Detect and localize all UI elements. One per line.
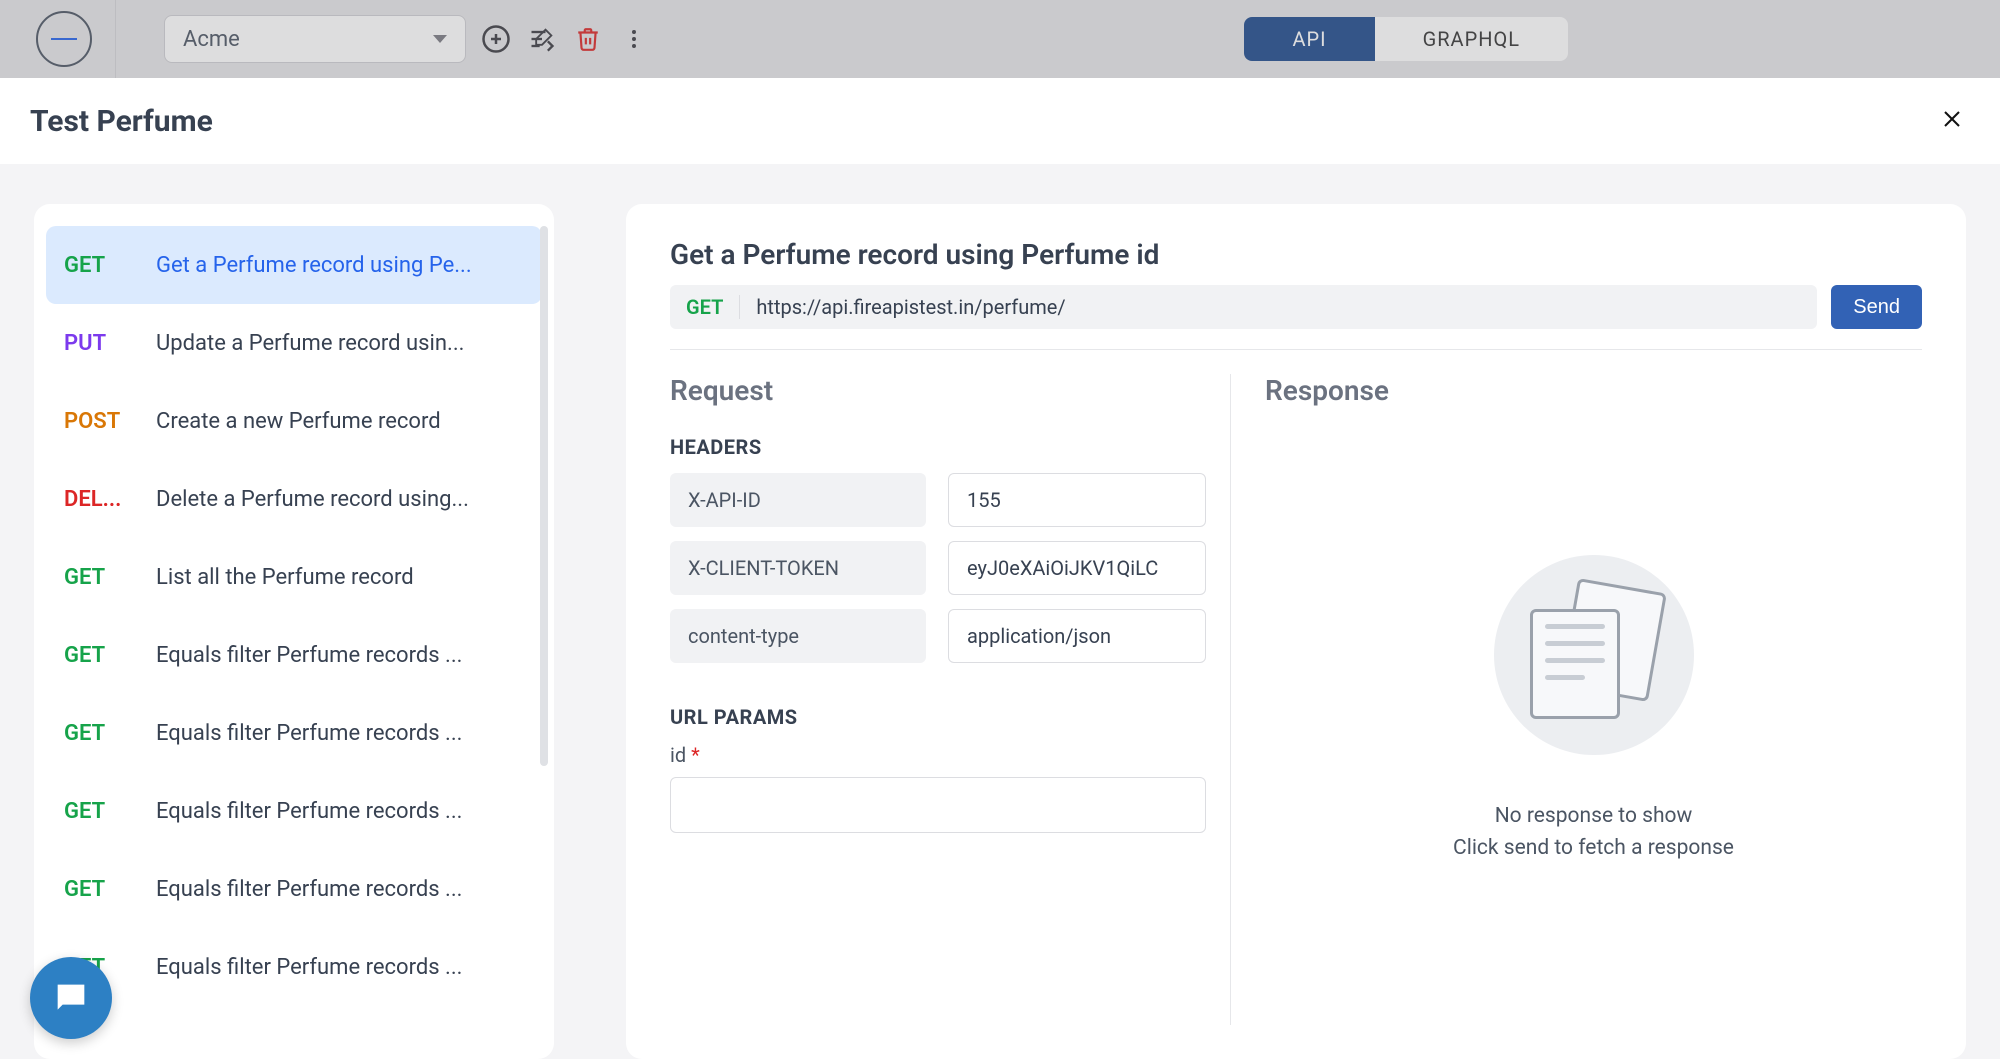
endpoint-label: Equals filter Perfume records ... — [156, 955, 524, 980]
header-key: X-CLIENT-TOKEN — [670, 541, 926, 595]
endpoint-row[interactable]: POST Create a new Perfume record — [46, 382, 542, 460]
header-key: X-API-ID — [670, 473, 926, 527]
endpoints-scrollbar[interactable] — [540, 226, 548, 766]
header-row: X-CLIENT-TOKEN eyJ0eXAiOiJKV1QiLC — [670, 541, 1206, 595]
empty-line-2: Click send to fetch a response — [1453, 833, 1734, 865]
url-row: GET https://api.fireapistest.in/perfume/… — [670, 285, 1922, 329]
request-column: Request HEADERS X-API-ID 155 X-CLIENT-TOKE… — [670, 374, 1230, 1025]
url-params-heading: URL PARAMS — [670, 705, 1206, 729]
test-modal: Test Perfume GETGet a Perfume record usi… — [0, 78, 2000, 1059]
divider — [670, 349, 1922, 350]
endpoints-panel: GET Get a Perfume record using Pe... PUT Up… — [34, 204, 554, 1059]
close-icon — [1940, 107, 1964, 131]
chat-icon — [51, 978, 91, 1018]
empty-line-1: No response to show — [1453, 801, 1734, 833]
backdrop-dim — [0, 0, 2000, 78]
url-params-list: id * — [670, 743, 1206, 833]
header-key: content-type — [670, 609, 926, 663]
request-response-row: Request HEADERS X-API-ID 155 X-CLIENT-TOKE… — [670, 374, 1922, 1025]
endpoint-row[interactable]: DEL... Delete a Perfume record using... — [46, 460, 542, 538]
header-value[interactable]: application/json — [948, 609, 1206, 663]
chat-fab[interactable] — [30, 957, 112, 1039]
endpoint-row[interactable]: GET Equals filter Perfume records ... — [46, 616, 542, 694]
url-method: GET — [670, 295, 740, 319]
endpoint-method: POST — [64, 409, 130, 434]
send-button[interactable]: Send — [1831, 285, 1922, 329]
endpoints-list[interactable]: GET Get a Perfume record using Pe... PUT Up… — [46, 226, 542, 1059]
endpoint-method: PUT — [64, 331, 130, 356]
endpoint-row[interactable]: GETEquals filter Perfume records ... — [46, 928, 542, 1006]
endpoint-label: Equals filter Perfume records ... — [156, 877, 524, 902]
detail-panel: Get a Perfume record using Perfume id GE… — [626, 204, 1966, 1059]
header-value[interactable]: eyJ0eXAiOiJKV1QiLC — [948, 541, 1206, 595]
close-button[interactable] — [1934, 99, 1970, 144]
response-heading: Response — [1265, 374, 1389, 407]
endpoint-row[interactable]: GET Get a Perfume record using Pe... — [46, 226, 542, 304]
empty-response-text: No response to show Click send to fetch … — [1453, 801, 1734, 864]
endpoint-method: GET — [64, 799, 130, 824]
endpoint-label: Get a Perfume record using Pe... — [156, 253, 524, 278]
endpoint-label: Equals filter Perfume records ... — [156, 799, 524, 824]
endpoint-label: Equals filter Perfume records ... — [156, 721, 524, 746]
endpoint-row[interactable]: GET Equals filter Perfume records ... — [46, 694, 542, 772]
endpoint-method: DEL... — [64, 487, 130, 512]
headers-heading: HEADERS — [670, 435, 1206, 459]
header-row: content-type application/json — [670, 609, 1206, 663]
empty-response-illustration — [1494, 555, 1694, 755]
endpoint-title: Get a Perfume record using Perfume id — [670, 238, 1922, 271]
endpoint-label: Delete a Perfume record using... — [156, 487, 524, 512]
endpoint-method: GET — [64, 721, 130, 746]
modal-body: GET Get a Perfume record using Pe... PUT Up… — [0, 164, 2000, 1059]
headers-list: X-API-ID 155 X-CLIENT-TOKEN eyJ0eXAiOiJKV1Q… — [670, 473, 1206, 663]
endpoint-row[interactable]: GET Equals filter Perfume records ... — [46, 772, 542, 850]
request-heading: Request — [670, 374, 1206, 407]
endpoint-method: GET — [64, 643, 130, 668]
endpoint-method: GET — [64, 877, 130, 902]
endpoint-row[interactable]: GET Equals filter Perfume records ... — [46, 850, 542, 928]
endpoint-method: GET — [64, 253, 130, 278]
endpoint-row[interactable]: PUT Update a Perfume record usin... — [46, 304, 542, 382]
endpoint-row[interactable]: GET List all the Perfume record — [46, 538, 542, 616]
endpoint-method: GET — [64, 565, 130, 590]
endpoint-label: Update a Perfume record usin... — [156, 331, 524, 356]
modal-title: Test Perfume — [30, 104, 213, 139]
header-value[interactable]: 155 — [948, 473, 1206, 527]
modal-header: Test Perfume — [0, 78, 2000, 164]
endpoint-label: Equals filter Perfume records ... — [156, 643, 524, 668]
url-box: GET https://api.fireapistest.in/perfume/ — [670, 285, 1817, 329]
response-column: Response No response to show Click send … — [1230, 374, 1922, 1025]
endpoint-label: List all the Perfume record — [156, 565, 524, 590]
header-row: X-API-ID 155 — [670, 473, 1206, 527]
param-label: id * — [670, 743, 1206, 767]
param-input[interactable] — [670, 777, 1206, 833]
endpoint-label: Create a new Perfume record — [156, 409, 524, 434]
url-text: https://api.fireapistest.in/perfume/ — [740, 295, 1081, 319]
